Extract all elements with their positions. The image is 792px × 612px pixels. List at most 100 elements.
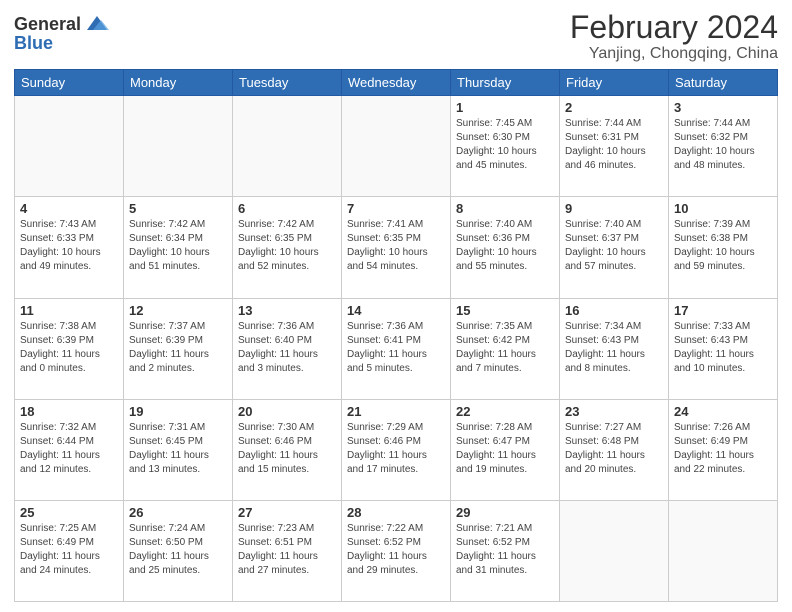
day-info: Sunrise: 7:28 AMSunset: 6:47 PMDaylight:… [456,421,554,477]
day-number: 10 [674,201,772,216]
day-number: 17 [674,303,772,318]
day-info: Sunrise: 7:42 AMSunset: 6:35 PMDaylight:… [238,218,336,274]
day-number: 11 [20,303,118,318]
day-number: 25 [20,505,118,520]
header-monday: Monday [124,70,233,96]
calendar-cell: 3 Sunrise: 7:44 AMSunset: 6:32 PMDaylight… [669,96,778,197]
day-info: Sunrise: 7:23 AMSunset: 6:51 PMDaylight:… [238,522,336,578]
day-info: Sunrise: 7:42 AMSunset: 6:34 PMDaylight:… [129,218,227,274]
day-number: 16 [565,303,663,318]
day-info: Sunrise: 7:41 AMSunset: 6:35 PMDaylight:… [347,218,445,274]
day-number: 2 [565,100,663,115]
calendar-cell: 11 Sunrise: 7:38 AMSunset: 6:39 PMDayligh… [15,298,124,399]
day-info: Sunrise: 7:31 AMSunset: 6:45 PMDaylight:… [129,421,227,477]
calendar-cell: 1 Sunrise: 7:45 AMSunset: 6:30 PMDaylight… [451,96,560,197]
day-info: Sunrise: 7:39 AMSunset: 6:38 PMDaylight:… [674,218,772,274]
calendar-cell: 10 Sunrise: 7:39 AMSunset: 6:38 PMDayligh… [669,197,778,298]
calendar-cell [233,96,342,197]
logo-general: General [14,15,81,33]
day-info: Sunrise: 7:40 AMSunset: 6:37 PMDaylight:… [565,218,663,274]
week-row-3: 11 Sunrise: 7:38 AMSunset: 6:39 PMDayligh… [15,298,778,399]
day-info: Sunrise: 7:34 AMSunset: 6:43 PMDaylight:… [565,320,663,376]
day-number: 27 [238,505,336,520]
day-info: Sunrise: 7:32 AMSunset: 6:44 PMDaylight:… [20,421,118,477]
calendar-cell [669,500,778,601]
calendar-cell: 15 Sunrise: 7:35 AMSunset: 6:42 PMDayligh… [451,298,560,399]
calendar-cell: 12 Sunrise: 7:37 AMSunset: 6:39 PMDayligh… [124,298,233,399]
calendar-cell: 26 Sunrise: 7:24 AMSunset: 6:50 PMDayligh… [124,500,233,601]
week-row-1: 1 Sunrise: 7:45 AMSunset: 6:30 PMDaylight… [15,96,778,197]
day-number: 4 [20,201,118,216]
calendar-cell: 4Sunrise: 7:43 AMSunset: 6:33 PMDaylight… [15,197,124,298]
header: General Blue February 2024 Yanjing, Chon… [14,10,778,63]
day-info: Sunrise: 7:24 AMSunset: 6:50 PMDaylight:… [129,522,227,578]
logo-icon [83,12,109,34]
calendar-cell: 24 Sunrise: 7:26 AMSunset: 6:49 PMDayligh… [669,399,778,500]
header-tuesday: Tuesday [233,70,342,96]
calendar-cell: 27 Sunrise: 7:23 AMSunset: 6:51 PMDayligh… [233,500,342,601]
calendar-cell: 5 Sunrise: 7:42 AMSunset: 6:34 PMDaylight… [124,197,233,298]
calendar-cell: 21Sunrise: 7:29 AMSunset: 6:46 PMDayligh… [342,399,451,500]
calendar-cell: 23Sunrise: 7:27 AMSunset: 6:48 PMDayligh… [560,399,669,500]
logo-text: General Blue [14,14,109,54]
day-number: 21 [347,404,445,419]
calendar-cell: 25 Sunrise: 7:25 AMSunset: 6:49 PMDayligh… [15,500,124,601]
day-info: Sunrise: 7:33 AMSunset: 6:43 PMDaylight:… [674,320,772,376]
calendar-cell [560,500,669,601]
day-number: 6 [238,201,336,216]
calendar-cell [342,96,451,197]
calendar-cell [124,96,233,197]
header-sunday: Sunday [15,70,124,96]
day-number: 24 [674,404,772,419]
day-info: Sunrise: 7:36 AMSunset: 6:40 PMDaylight:… [238,320,336,376]
day-info: Sunrise: 7:44 AMSunset: 6:31 PMDaylight:… [565,117,663,173]
logo: General Blue [14,14,109,54]
calendar-cell: 16 Sunrise: 7:34 AMSunset: 6:43 PMDayligh… [560,298,669,399]
day-number: 5 [129,201,227,216]
calendar-cell: 7 Sunrise: 7:41 AMSunset: 6:35 PMDaylight… [342,197,451,298]
week-row-2: 4Sunrise: 7:43 AMSunset: 6:33 PMDaylight… [15,197,778,298]
day-number: 1 [456,100,554,115]
calendar-title: February 2024 [570,10,778,45]
header-friday: Friday [560,70,669,96]
day-info: Sunrise: 7:38 AMSunset: 6:39 PMDaylight:… [20,320,118,376]
day-info: Sunrise: 7:45 AMSunset: 6:30 PMDaylight:… [456,117,554,173]
day-number: 15 [456,303,554,318]
calendar-table: Sunday Monday Tuesday Wednesday Thursday… [14,69,778,602]
calendar-cell: 8 Sunrise: 7:40 AMSunset: 6:36 PMDaylight… [451,197,560,298]
calendar-cell: 20Sunrise: 7:30 AMSunset: 6:46 PMDayligh… [233,399,342,500]
day-number: 7 [347,201,445,216]
calendar-cell: 17 Sunrise: 7:33 AMSunset: 6:43 PMDayligh… [669,298,778,399]
day-number: 26 [129,505,227,520]
day-number: 9 [565,201,663,216]
day-number: 19 [129,404,227,419]
calendar-cell: 13 Sunrise: 7:36 AMSunset: 6:40 PMDayligh… [233,298,342,399]
week-row-5: 25 Sunrise: 7:25 AMSunset: 6:49 PMDayligh… [15,500,778,601]
logo-blue: Blue [14,33,53,53]
day-info: Sunrise: 7:44 AMSunset: 6:32 PMDaylight:… [674,117,772,173]
day-number: 13 [238,303,336,318]
calendar-cell: 18Sunrise: 7:32 AMSunset: 6:44 PMDayligh… [15,399,124,500]
day-info: Sunrise: 7:35 AMSunset: 6:42 PMDaylight:… [456,320,554,376]
day-info: Sunrise: 7:25 AMSunset: 6:49 PMDaylight:… [20,522,118,578]
day-info: Sunrise: 7:36 AMSunset: 6:41 PMDaylight:… [347,320,445,376]
day-number: 28 [347,505,445,520]
day-number: 14 [347,303,445,318]
day-info: Sunrise: 7:40 AMSunset: 6:36 PMDaylight:… [456,218,554,274]
day-number: 12 [129,303,227,318]
calendar-cell: 9 Sunrise: 7:40 AMSunset: 6:37 PMDaylight… [560,197,669,298]
header-thursday: Thursday [451,70,560,96]
day-info: Sunrise: 7:27 AMSunset: 6:48 PMDaylight:… [565,421,663,477]
calendar-cell: 28Sunrise: 7:22 AMSunset: 6:52 PMDayligh… [342,500,451,601]
day-number: 3 [674,100,772,115]
day-number: 8 [456,201,554,216]
calendar-cell: 29Sunrise: 7:21 AMSunset: 6:52 PMDayligh… [451,500,560,601]
day-info: Sunrise: 7:37 AMSunset: 6:39 PMDaylight:… [129,320,227,376]
weekday-header-row: Sunday Monday Tuesday Wednesday Thursday… [15,70,778,96]
calendar-cell: 22Sunrise: 7:28 AMSunset: 6:47 PMDayligh… [451,399,560,500]
calendar-cell: 14 Sunrise: 7:36 AMSunset: 6:41 PMDayligh… [342,298,451,399]
calendar-cell: 2 Sunrise: 7:44 AMSunset: 6:31 PMDaylight… [560,96,669,197]
day-info: Sunrise: 7:26 AMSunset: 6:49 PMDaylight:… [674,421,772,477]
title-block: February 2024 Yanjing, Chongqing, China [570,10,778,63]
header-saturday: Saturday [669,70,778,96]
